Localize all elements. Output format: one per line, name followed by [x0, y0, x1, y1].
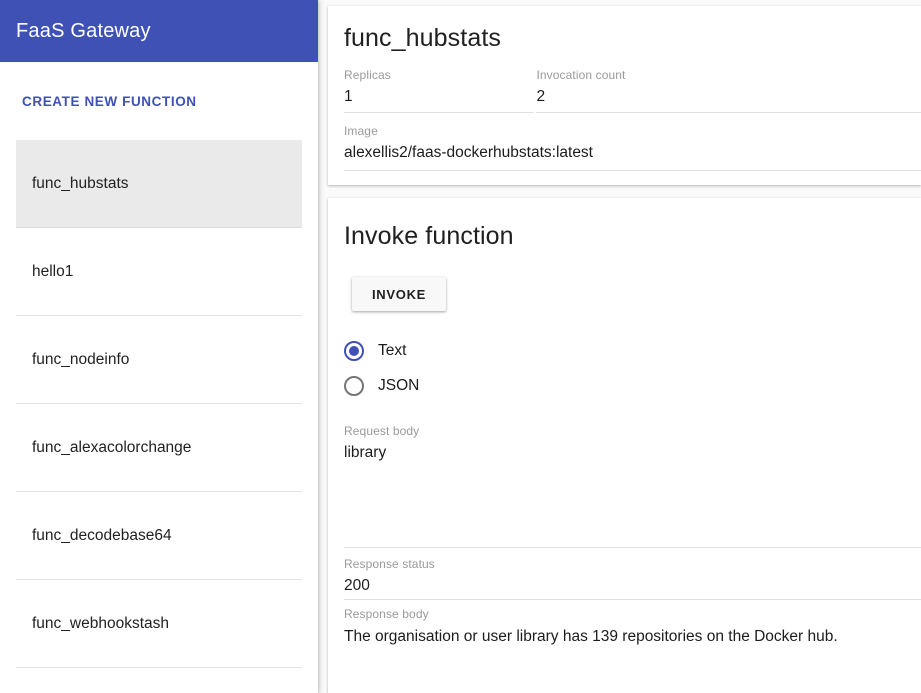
invocation-count-field[interactable]: Invocation count 2 — [536, 59, 921, 113]
function-name-heading: func_hubstats — [344, 24, 501, 52]
replicas-underline — [344, 112, 535, 113]
invocation-count-value: 2 — [536, 88, 546, 105]
function-list-item[interactable]: hello1 — [0, 228, 318, 316]
detail-field-row: Replicas 1 Invocation count 2 — [344, 59, 921, 113]
function-detail-card: func_hubstats Replicas 1 Invocation coun… — [328, 6, 921, 185]
sidebar-header: FaaS Gateway — [0, 0, 318, 62]
image-value: alexellis2/faas-dockerhubstats:latest — [344, 144, 593, 161]
function-list-item-label: func_decodebase64 — [32, 527, 172, 544]
function-list-item-label: hello1 — [32, 263, 74, 280]
app-title: FaaS Gateway — [16, 19, 151, 42]
invoke-function-heading: Invoke function — [344, 222, 514, 250]
app-root: FaaS Gateway CREATE NEW FUNCTION func_hu… — [0, 0, 921, 693]
function-list: func_hubstats hello1 func_nodeinfo func_ale… — [0, 140, 318, 668]
response-body-value: The organisation or user library has 139… — [344, 628, 838, 645]
image-label: Image — [344, 124, 378, 138]
response-status-value: 200 — [344, 577, 370, 594]
radio-option-label: JSON — [378, 376, 420, 394]
replicas-value: 1 — [344, 88, 353, 105]
radio-option-json[interactable]: JSON — [344, 368, 921, 403]
function-list-item-label: func_webhookstash — [32, 615, 170, 632]
function-list-item[interactable]: func_alexacolorchange — [0, 404, 318, 492]
function-list-item-label: func_alexacolorchange — [32, 439, 192, 456]
sidebar: FaaS Gateway CREATE NEW FUNCTION func_hu… — [0, 0, 318, 693]
replicas-label: Replicas — [344, 68, 391, 82]
invoke-button[interactable]: INVOKE — [352, 277, 447, 311]
radio-option-label: Text — [378, 341, 407, 359]
image-underline — [344, 170, 921, 171]
radio-option-text[interactable]: Text — [344, 333, 921, 368]
request-body-field[interactable]: Request body library — [344, 415, 921, 548]
create-new-function-row: CREATE NEW FUNCTION — [0, 62, 318, 140]
function-list-item[interactable]: func_nodeinfo — [0, 316, 318, 404]
request-body-label: Request body — [344, 424, 420, 438]
replicas-field[interactable]: Replicas 1 — [344, 59, 535, 113]
image-field[interactable]: Image alexellis2/faas-dockerhubstats:lat… — [344, 115, 921, 171]
main-content: func_hubstats Replicas 1 Invocation coun… — [318, 0, 921, 693]
response-body-label: Response body — [344, 607, 429, 621]
function-list-item[interactable]: func_hubstats — [16, 140, 302, 228]
radio-checked-icon[interactable] — [344, 340, 364, 361]
response-status-label: Response status — [344, 557, 435, 571]
invocation-count-label: Invocation count — [536, 68, 626, 82]
invoke-button-row: INVOKE — [344, 251, 921, 311]
function-list-item[interactable]: func_decodebase64 — [0, 492, 318, 580]
request-body-value: library — [344, 444, 387, 461]
function-list-item-label: func_hubstats — [32, 175, 129, 192]
create-new-function-button[interactable]: CREATE NEW FUNCTION — [22, 94, 197, 109]
response-status-field: Response status 200 — [344, 548, 921, 600]
request-format-radio-group: Text JSON — [344, 311, 921, 403]
response-body-field: Response body The organisation or user l… — [344, 600, 921, 660]
radio-unchecked-icon[interactable] — [344, 375, 364, 396]
invocation-count-underline — [536, 112, 921, 113]
function-list-item[interactable]: func_webhookstash — [0, 580, 318, 668]
list-divider — [16, 667, 302, 668]
invoke-function-card: Invoke function INVOKE Text JSON Request … — [328, 198, 921, 693]
function-list-item-label: func_nodeinfo — [32, 351, 130, 368]
